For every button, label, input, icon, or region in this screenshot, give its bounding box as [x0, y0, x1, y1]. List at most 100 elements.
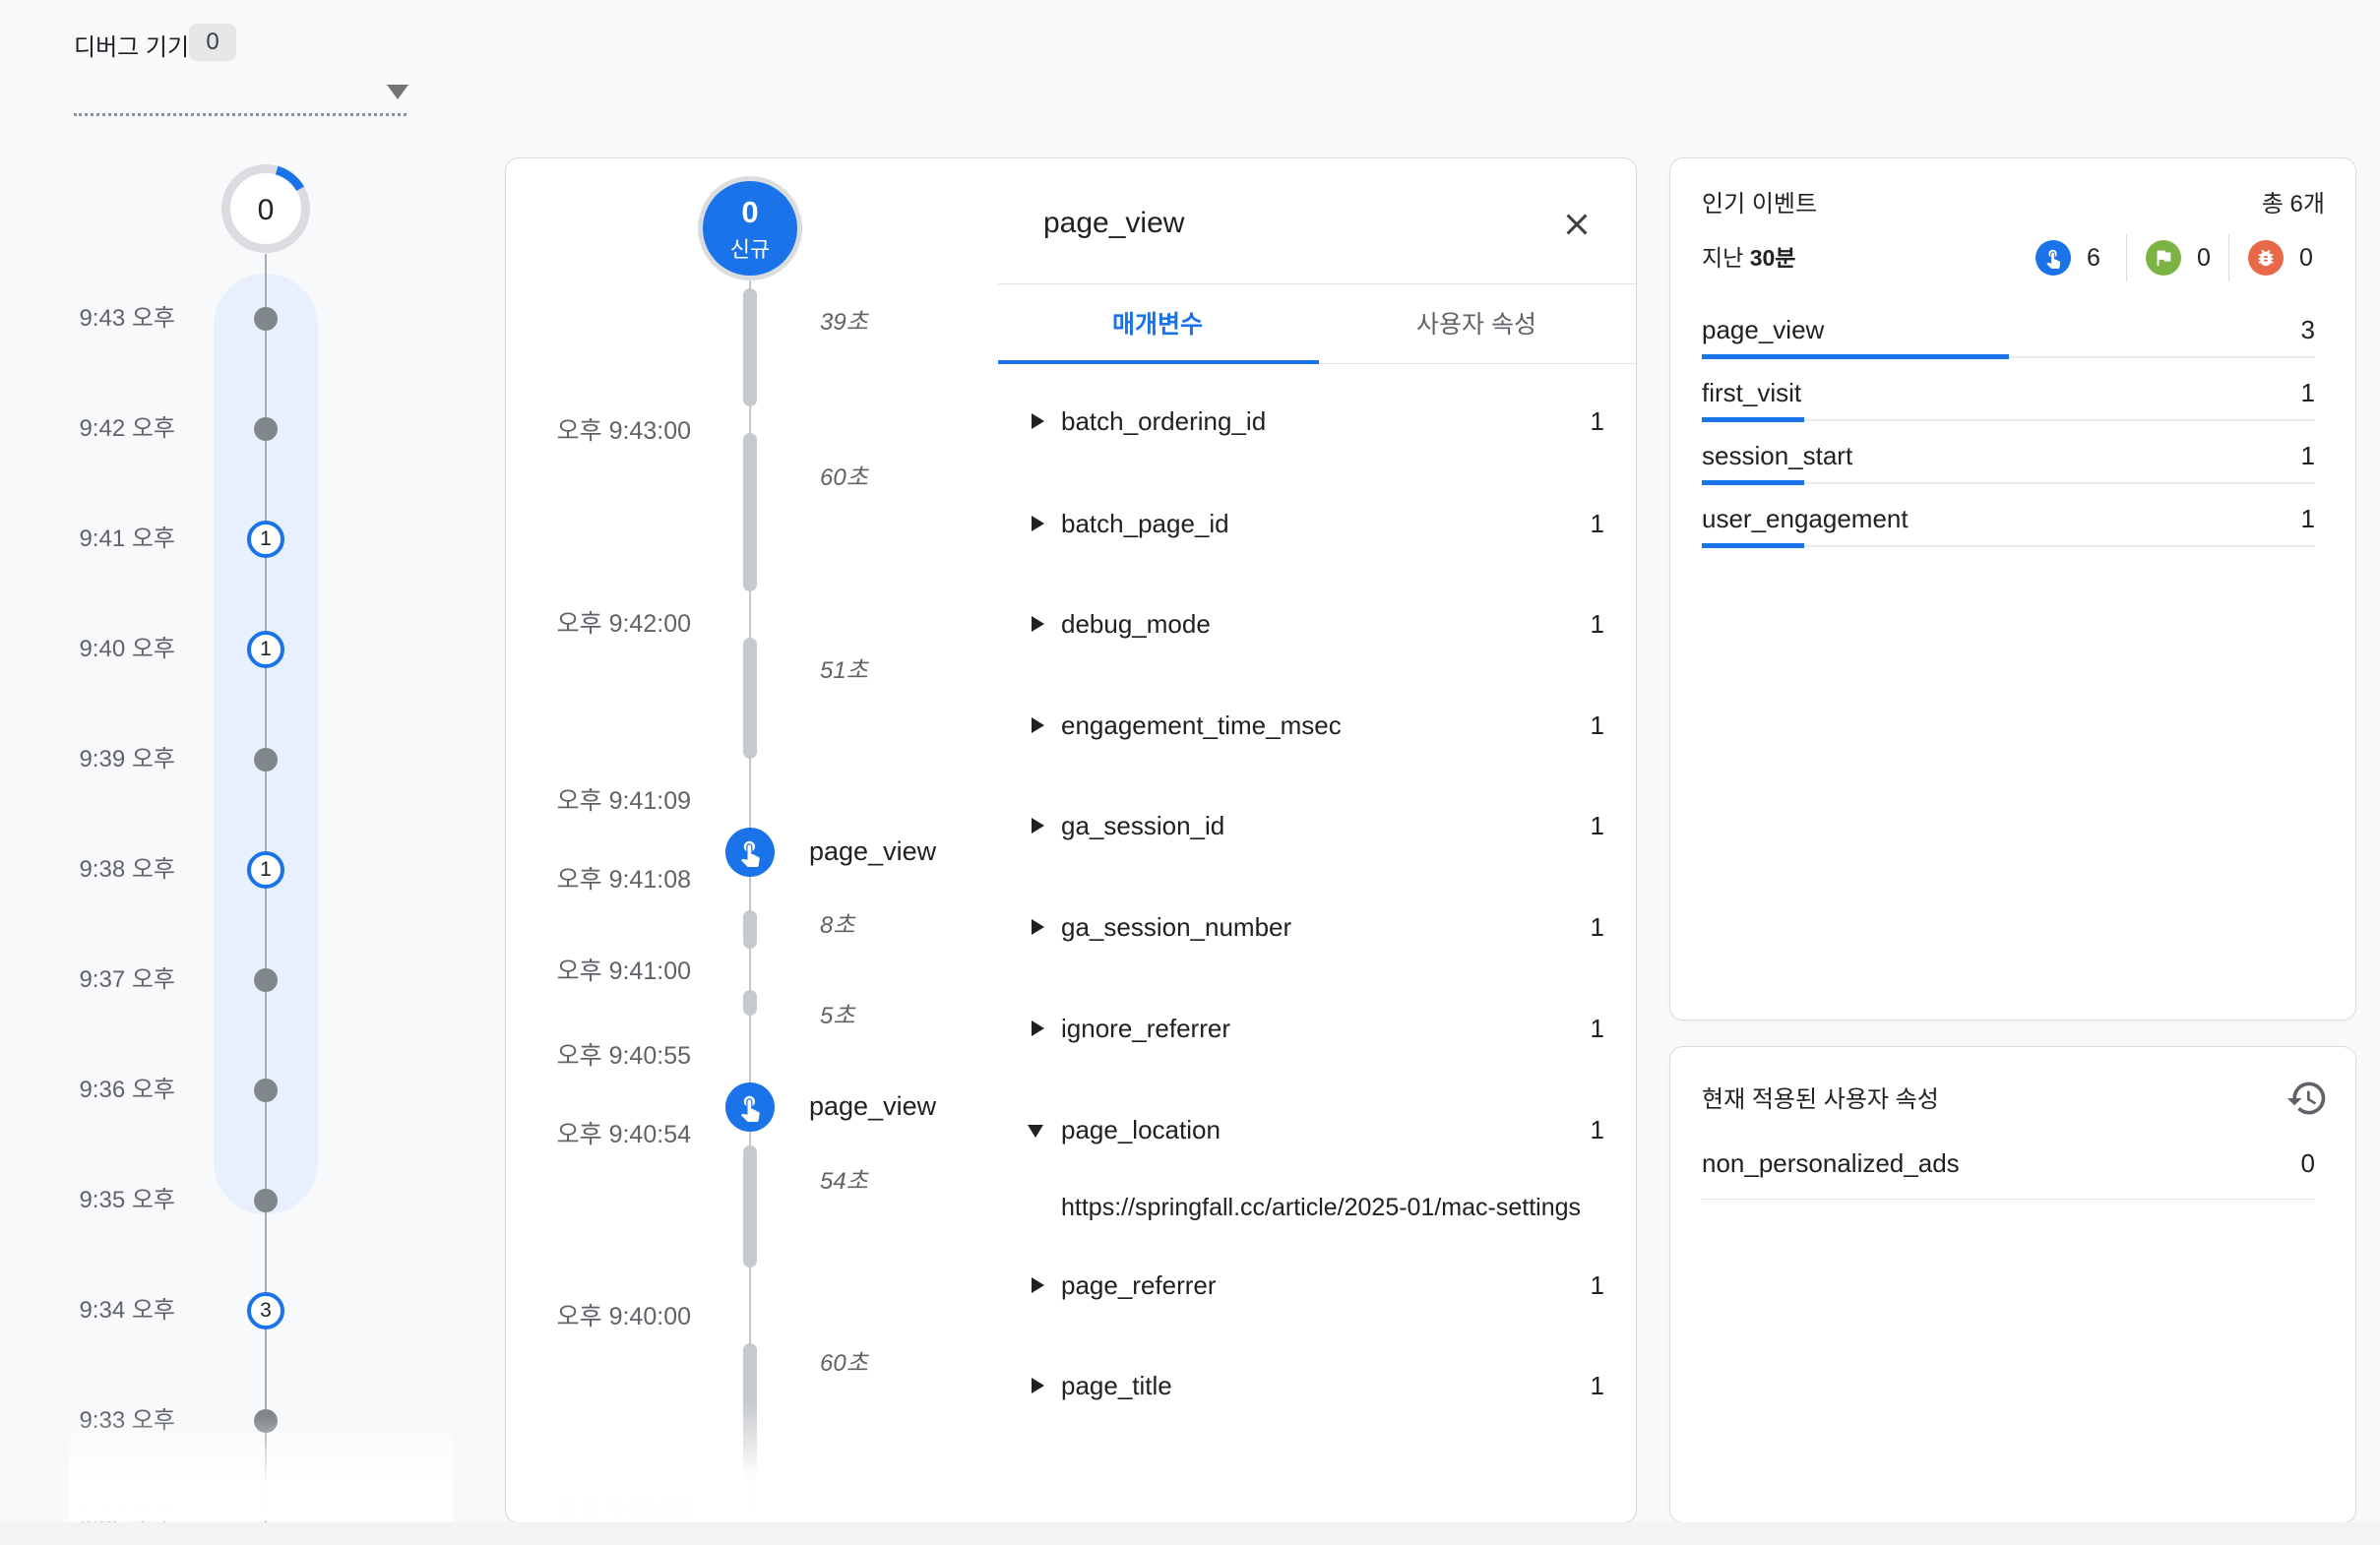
- events-counter-value: 6: [2087, 240, 2126, 276]
- param-name: engagement_time_msec: [1061, 705, 1342, 746]
- param-row[interactable]: ga_session_number 1: [1024, 906, 1610, 948]
- event-node[interactable]: [725, 1082, 775, 1132]
- user-property-value: 0: [2185, 1143, 2315, 1183]
- top-event-count: 1: [2185, 437, 2315, 474]
- collapse-right-icon: [1032, 1277, 1044, 1293]
- history-icon[interactable]: [2286, 1077, 2329, 1120]
- param-row[interactable]: page_title 1: [1024, 1365, 1610, 1406]
- progress-ring-icon: 0: [219, 161, 313, 256]
- param-row[interactable]: ignore_referrer 1: [1024, 1008, 1610, 1049]
- top-events-title: 인기 이벤트: [1702, 187, 1817, 222]
- minute-time-label: 9:39 오후: [57, 740, 175, 779]
- stream-duration-label: 39초: [820, 303, 868, 342]
- event-name[interactable]: page_view: [809, 832, 936, 871]
- top-event-row[interactable]: first_visit: [1702, 374, 1801, 411]
- stream-duration-segment: [743, 990, 757, 1016]
- param-name: batch_ordering_id: [1061, 401, 1266, 442]
- collapse-right-icon: [1032, 616, 1044, 632]
- tap-icon: [735, 837, 765, 867]
- stream-tick: 오후 9:40:54: [548, 1115, 691, 1154]
- device-select-dropdown[interactable]: [74, 59, 407, 116]
- tab-parameters[interactable]: 매개변수: [998, 295, 1317, 364]
- param-row-expanded[interactable]: page_location 1: [1024, 1109, 1610, 1150]
- event-node[interactable]: [725, 828, 775, 877]
- minute-top-count-text: 0: [258, 194, 275, 226]
- minute-node-count[interactable]: 1: [247, 851, 284, 889]
- errors-counter-chip[interactable]: [2248, 240, 2284, 276]
- minute-node[interactable]: [254, 1079, 278, 1102]
- collapse-right-icon: [1032, 818, 1044, 834]
- collapse-down-icon: [1028, 1125, 1043, 1138]
- time-window-label: 지난 30분: [1702, 240, 1795, 276]
- top-event-row[interactable]: session_start: [1702, 437, 1852, 474]
- param-value: 1: [1591, 705, 1604, 746]
- top-event-bar: [1702, 417, 2315, 422]
- minute-node[interactable]: [254, 1189, 278, 1212]
- param-value: 1: [1591, 805, 1604, 846]
- collapse-right-icon: [1032, 516, 1044, 531]
- debug-device-count-badge: 0: [189, 24, 236, 61]
- flag-icon: [2153, 247, 2174, 269]
- stream-duration-label: 8초: [820, 906, 854, 946]
- tab-user-properties[interactable]: 사용자 속성: [1317, 295, 1636, 364]
- stream-duration-label: 60초: [820, 1344, 868, 1384]
- user-property-name: non_personalized_ads: [1702, 1143, 1960, 1183]
- stream-tick: 오후 9:40:55: [548, 1036, 691, 1076]
- minute-node-count[interactable]: 3: [247, 1292, 284, 1329]
- stream-tick: 오후 9:41:00: [548, 952, 691, 991]
- top-event-bar: [1702, 543, 2315, 548]
- event-name[interactable]: page_view: [809, 1086, 936, 1126]
- user-property-divider: [1702, 1199, 2315, 1200]
- events-counter-chip[interactable]: [2036, 240, 2071, 276]
- param-row[interactable]: ga_session_id 1: [1024, 805, 1610, 846]
- collapse-right-icon: [1032, 1020, 1044, 1036]
- user-properties-title: 현재 적용된 사용자 속성: [1702, 1082, 1939, 1118]
- tap-icon: [735, 1092, 765, 1122]
- top-event-bar: [1702, 354, 2315, 359]
- param-row[interactable]: engagement_time_msec 1: [1024, 705, 1610, 746]
- param-value: 1: [1591, 401, 1604, 442]
- param-name: ignore_referrer: [1061, 1008, 1230, 1049]
- minute-time-label: 9:38 오후: [57, 850, 175, 890]
- detail-panel-title: page_view: [1043, 202, 1184, 245]
- minute-node-count[interactable]: 1: [247, 631, 284, 668]
- minute-node[interactable]: [254, 748, 278, 772]
- param-row[interactable]: page_referrer 1: [1024, 1265, 1610, 1306]
- minute-node[interactable]: [254, 307, 278, 331]
- conversions-counter-chip[interactable]: [2146, 240, 2181, 276]
- new-events-badge[interactable]: 0 신규: [703, 181, 797, 276]
- param-name: ga_session_id: [1061, 805, 1224, 846]
- top-event-bar: [1702, 480, 2315, 485]
- minute-time-label: 9:36 오후: [57, 1071, 175, 1110]
- minute-top-counter[interactable]: 0: [219, 161, 313, 256]
- stream-tick: 오후 9:41:09: [548, 781, 691, 821]
- param-row[interactable]: batch_ordering_id 1: [1024, 401, 1610, 442]
- close-icon[interactable]: [1559, 207, 1595, 242]
- top-event-bar-fill: [1702, 417, 1804, 422]
- param-name: page_title: [1061, 1365, 1172, 1406]
- stream-tick: 오후 9:42:00: [548, 604, 691, 644]
- minute-time-label: 9:42 오후: [57, 409, 175, 449]
- minute-node-count[interactable]: 1: [247, 521, 284, 558]
- bottom-edge-strip: [0, 1522, 2380, 1545]
- param-expanded-value: https://springfall.cc/article/2025-01/ma…: [1061, 1187, 1636, 1228]
- time-window-prefix: 지난: [1702, 245, 1750, 271]
- param-name: batch_page_id: [1061, 503, 1229, 544]
- param-value: 1: [1591, 1265, 1604, 1306]
- param-name: ga_session_number: [1061, 906, 1291, 948]
- minute-node[interactable]: [254, 417, 278, 441]
- param-row[interactable]: batch_page_id 1: [1024, 503, 1610, 544]
- collapse-right-icon: [1032, 919, 1044, 935]
- top-event-count: 3: [2185, 311, 2315, 348]
- collapse-right-icon: [1032, 1378, 1044, 1393]
- param-row[interactable]: debug_mode 1: [1024, 603, 1610, 645]
- bug-icon: [2255, 247, 2277, 269]
- param-value: 1: [1591, 503, 1604, 544]
- top-event-row[interactable]: page_view: [1702, 311, 1824, 348]
- top-event-row[interactable]: user_engagement: [1702, 500, 1909, 537]
- minute-node[interactable]: [254, 968, 278, 992]
- param-name: debug_mode: [1061, 603, 1211, 645]
- param-name: page_location: [1061, 1109, 1221, 1150]
- param-value: 1: [1591, 1109, 1604, 1150]
- stream-tick: 오후 9:43:00: [548, 411, 691, 451]
